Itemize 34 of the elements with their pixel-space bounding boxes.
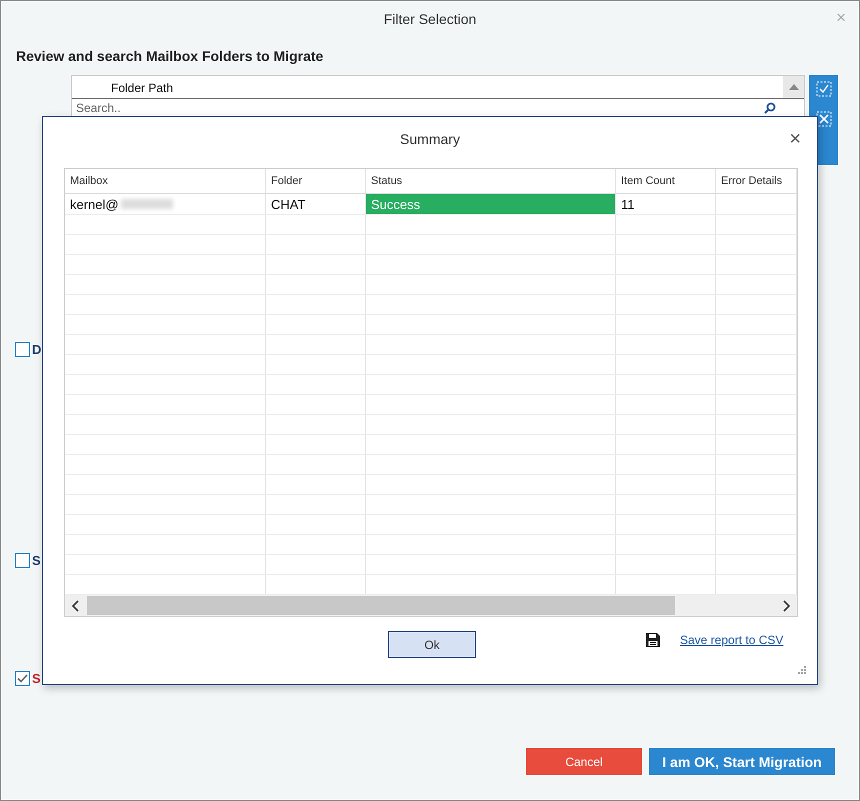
scroll-up-icon [788, 83, 800, 91]
table-cell: 11 [621, 196, 634, 212]
section-heading: Review and search Mailbox Folders to Migrate [16, 47, 324, 65]
save-report-link[interactable]: Save report to CSV [680, 633, 784, 647]
start-button[interactable]: I am OK, Start Migration [649, 748, 835, 775]
window-title: Filter Selection [384, 10, 476, 26]
resize-grip-icon[interactable] [797, 665, 807, 675]
checkbox[interactable] [15, 553, 30, 568]
scroll-left-icon [71, 600, 81, 612]
option-label: S [32, 671, 41, 686]
scrollbar[interactable] [783, 76, 804, 98]
column-header: Folder Path [110, 80, 174, 97]
column-header: Mailbox [65, 169, 266, 193]
option-label: S [32, 553, 41, 568]
option-label: D [32, 342, 42, 357]
search-icon [764, 102, 776, 114]
column-header: Status [366, 169, 616, 193]
column-header: Item Count [616, 169, 716, 193]
dialog-title: Summary [400, 131, 460, 147]
table-cell: kernel@ [70, 196, 119, 212]
status-cell: Success [366, 194, 616, 214]
close-button[interactable]: × [787, 129, 803, 149]
checkbox[interactable] [15, 342, 30, 357]
scroll-right-icon [781, 600, 791, 612]
check-all-icon[interactable] [816, 81, 832, 97]
column-header: Error Details [716, 169, 797, 193]
checkbox[interactable] [15, 671, 30, 686]
redaction-blur [120, 199, 173, 209]
ok-button[interactable]: Ok [388, 631, 476, 658]
cancel-button[interactable]: Cancel [526, 748, 642, 775]
horizontal-scrollbar[interactable] [65, 595, 797, 616]
uncheck-all-icon[interactable] [816, 111, 832, 127]
column-header: Folder [266, 169, 366, 193]
table-cell: CHAT [271, 196, 306, 212]
